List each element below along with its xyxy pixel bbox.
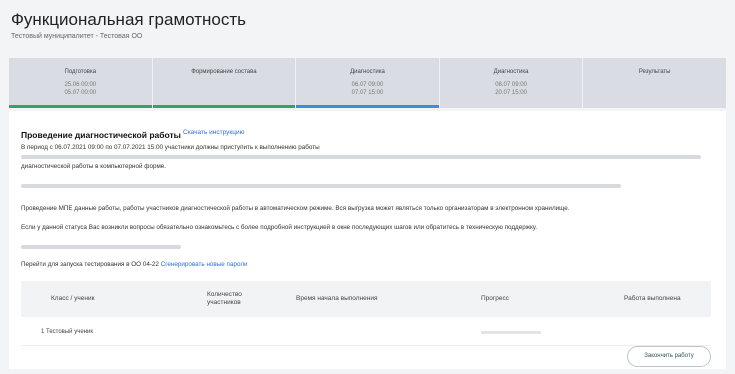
stage-progress-bar bbox=[9, 105, 152, 108]
blurred-text bbox=[21, 245, 181, 249]
column-header: Прогресс bbox=[481, 295, 510, 302]
page-title: Функциональная грамотность bbox=[11, 10, 246, 29]
info-line: Если у данной статуса Вас возникли вопро… bbox=[21, 224, 538, 231]
finish-work-button[interactable]: Закончить работу bbox=[627, 346, 711, 367]
stage-name: Формирование состава bbox=[191, 69, 257, 75]
page-subtitle: Тестовый муниципалитет - Тестовая ОО bbox=[11, 33, 143, 40]
stage-1[interactable]: Подготовка 25.06 00:00 05.07 00:00 bbox=[9, 58, 153, 108]
stage-name: Диагностика bbox=[350, 69, 385, 75]
stage-name: Диагностика bbox=[493, 69, 529, 75]
stages-bar: Подготовка 25.06 00:00 05.07 00:00 Форми… bbox=[9, 58, 726, 108]
column-header: Количество участников bbox=[207, 291, 242, 306]
stage-dates: 06.07 09:00 07.07 15:00 bbox=[351, 82, 384, 96]
column-header: Класс / ученик bbox=[51, 295, 95, 302]
download-instruction-link[interactable]: Скачать инструкцию bbox=[183, 129, 245, 136]
info-line: диагностической работы в компьютерной фо… bbox=[21, 163, 167, 170]
panel-title: Проведение диагностической работы bbox=[21, 130, 181, 140]
stage-4[interactable]: Диагностика 08.07 09:00 20.07 15:00 bbox=[440, 58, 584, 108]
stage-name: Результаты bbox=[638, 69, 671, 75]
stage-name: Подготовка bbox=[64, 69, 97, 75]
info-line: Перейти для запуска тестирования в ОО 04… bbox=[21, 261, 248, 268]
stage-dates: 08.07 09:00 20.07 15:00 bbox=[495, 82, 527, 96]
stage-5[interactable]: Результаты bbox=[583, 58, 726, 108]
stage-2[interactable]: Формирование состава bbox=[152, 58, 297, 108]
row-progress bbox=[481, 331, 541, 334]
blurred-text bbox=[21, 155, 701, 159]
stage-progress-bar bbox=[296, 105, 439, 108]
info-line: В период с 06.07.2021 09:00 по 07.07.202… bbox=[21, 144, 320, 151]
table-row[interactable]: 1 Тестовый ученик bbox=[21, 319, 711, 346]
diagnostic-panel: Проведение диагностической работы Скачат… bbox=[9, 111, 726, 369]
blurred-text bbox=[21, 184, 621, 188]
table-header: Класс / ученик Количество участников Вре… bbox=[21, 281, 711, 317]
column-header: Время начала выполнения bbox=[296, 295, 378, 302]
stage-progress-bar bbox=[152, 105, 296, 108]
stage-dates: 25.06 00:00 05.07 00:00 bbox=[64, 82, 97, 96]
column-header: Работа выполнена bbox=[624, 295, 681, 302]
generate-passwords-link[interactable]: Сгенерировать новые пароли bbox=[161, 261, 248, 268]
stage-3[interactable]: Диагностика 06.07 09:00 07.07 15:00 bbox=[296, 58, 440, 108]
info-line: Проведение МПЕ данные работы, работы уча… bbox=[21, 205, 570, 212]
row-student: 1 Тестовый ученик bbox=[41, 329, 93, 335]
